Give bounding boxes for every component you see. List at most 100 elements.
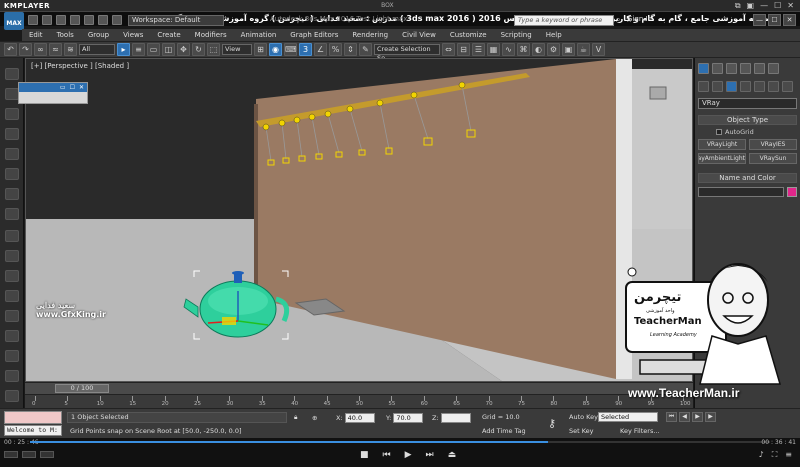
snap-toggle-icon[interactable]: 3 bbox=[299, 43, 312, 56]
lock-selection[interactable]: 🔒︎ bbox=[294, 412, 297, 423]
time-slider-track[interactable]: 0 / 100 bbox=[25, 382, 693, 394]
hierarchy-tab-icon[interactable] bbox=[726, 63, 737, 74]
maximize-icon[interactable]: ☐ bbox=[70, 83, 75, 92]
timeline-ruler[interactable]: 0 5 10 15 20 25 30 35 40 45 50 55 60 65 70 75 80 85 90 95 10… bbox=[25, 394, 693, 408]
redo-icon[interactable]: ↷ bbox=[19, 43, 32, 56]
auto-key-button[interactable]: Auto Key bbox=[569, 412, 598, 423]
vray-tool-icon[interactable] bbox=[5, 68, 19, 80]
prev-frame-icon[interactable]: ◀ bbox=[679, 412, 690, 422]
player-maximize-button[interactable]: ☐ bbox=[774, 1, 781, 11]
vraysun-button[interactable]: VRaySun bbox=[749, 153, 797, 164]
play-icon[interactable]: ▶ bbox=[405, 450, 412, 460]
go-to-start-icon[interactable]: ⏮ bbox=[666, 412, 677, 422]
time-slider[interactable]: 0 / 100 bbox=[55, 384, 109, 393]
menu-rendering[interactable]: Rendering bbox=[345, 31, 395, 39]
window-crossing-icon[interactable]: ◫ bbox=[162, 43, 175, 56]
search-input[interactable]: Type a keyword or phrase bbox=[514, 15, 614, 26]
absolute-mode[interactable]: ⊕ bbox=[312, 412, 317, 423]
menu-views[interactable]: Views bbox=[116, 31, 150, 39]
open-icon[interactable] bbox=[42, 15, 52, 25]
light-lister-icon[interactable] bbox=[5, 148, 19, 160]
grid-icon[interactable] bbox=[5, 128, 19, 140]
menu-scripting[interactable]: Scripting bbox=[494, 31, 539, 39]
shapes-icon[interactable] bbox=[712, 81, 723, 92]
render-icon[interactable]: ☕ bbox=[577, 43, 590, 56]
menu-help[interactable]: Help bbox=[539, 31, 569, 39]
vray-sun-icon[interactable] bbox=[5, 250, 19, 262]
modify-tab-icon[interactable] bbox=[712, 63, 723, 74]
add-time-tag[interactable]: Add Time Tag bbox=[482, 426, 526, 437]
named-selection-dropdown[interactable]: Create Selection Se bbox=[374, 44, 440, 62]
vrayies-button[interactable]: VRayIES bbox=[749, 139, 797, 150]
playlist-icon[interactable] bbox=[22, 451, 36, 458]
motion-tab-icon[interactable] bbox=[740, 63, 751, 74]
set-key-button[interactable]: Set Key bbox=[569, 426, 594, 437]
display-tab-icon[interactable] bbox=[754, 63, 765, 74]
close-button[interactable]: ✕ bbox=[783, 14, 796, 26]
y-field[interactable]: 70.0 bbox=[393, 412, 424, 423]
vray-proxy-icon[interactable] bbox=[5, 270, 19, 282]
player-minimize-button[interactable]: — bbox=[760, 1, 768, 11]
play-icon[interactable]: ▶ bbox=[692, 412, 703, 422]
object-type-title[interactable]: Object Type bbox=[698, 115, 797, 125]
object-name-input[interactable] bbox=[698, 187, 784, 197]
menu-group[interactable]: Group bbox=[81, 31, 116, 39]
sphere-icon[interactable] bbox=[5, 188, 19, 200]
edit-named-selection-icon[interactable]: ✎ bbox=[359, 43, 372, 56]
object-color-swatch[interactable] bbox=[787, 187, 797, 197]
speaker-icon[interactable]: ♪ bbox=[759, 450, 764, 460]
viewport-label[interactable]: [+] [Perspective ] [Shaded ] bbox=[31, 62, 129, 70]
move-icon[interactable]: ✥ bbox=[177, 43, 190, 56]
light-type-dropdown[interactable]: VRay bbox=[698, 98, 797, 109]
project-icon[interactable] bbox=[98, 15, 108, 25]
minimize-button[interactable]: — bbox=[753, 14, 766, 26]
key-set-dropdown[interactable]: Selected bbox=[598, 412, 658, 422]
layer-explorer-icon[interactable] bbox=[5, 108, 19, 120]
bind-space-warp-icon[interactable]: ≋ bbox=[64, 43, 77, 56]
maxscript-listener[interactable] bbox=[4, 411, 62, 424]
settings-icon[interactable] bbox=[40, 451, 54, 458]
rotate-icon[interactable]: ↻ bbox=[192, 43, 205, 56]
binoculars-icon[interactable]: ⌕ bbox=[616, 15, 620, 25]
space-warps-icon[interactable] bbox=[768, 81, 779, 92]
pivot-icon[interactable]: ⊞ bbox=[254, 43, 267, 56]
vray-fur-icon[interactable] bbox=[5, 290, 19, 302]
mirror-icon[interactable]: ⇔ bbox=[442, 43, 455, 56]
rendered-frame-icon[interactable]: ▣ bbox=[562, 43, 575, 56]
menu-animation[interactable]: Animation bbox=[234, 31, 284, 39]
z-field[interactable] bbox=[440, 412, 471, 423]
curve-editor-icon[interactable]: ∿ bbox=[502, 43, 515, 56]
lock-icon[interactable]: 🔒︎ bbox=[294, 413, 297, 422]
dropdown-icon[interactable] bbox=[112, 15, 122, 25]
restore-icon[interactable]: ▭ bbox=[60, 83, 66, 92]
vrayambientlight-button[interactable]: VRayAmbientLight bbox=[698, 153, 746, 164]
maxscript-mini-listener[interactable]: Welcome to M: bbox=[4, 425, 62, 436]
layer-icon[interactable]: ☰ bbox=[472, 43, 485, 56]
key-filters-button[interactable]: Key Filters... bbox=[620, 426, 660, 437]
name-color-title[interactable]: Name and Color bbox=[698, 173, 797, 183]
create-tab-icon[interactable] bbox=[698, 63, 709, 74]
seek-bar[interactable] bbox=[30, 441, 770, 443]
next-icon[interactable]: ⏭ bbox=[426, 450, 434, 460]
lights-icon[interactable] bbox=[726, 81, 737, 92]
select-manipulate-icon[interactable]: ◉ bbox=[269, 43, 282, 56]
menu-icon[interactable]: ≡ bbox=[785, 450, 792, 460]
menu-tools[interactable]: Tools bbox=[50, 31, 81, 39]
next-frame-icon[interactable]: ▶ bbox=[705, 412, 716, 422]
angle-snap-icon[interactable]: ∠ bbox=[314, 43, 327, 56]
percent-snap-icon[interactable]: % bbox=[329, 43, 342, 56]
player-pip-button[interactable]: ⧉ bbox=[735, 1, 741, 11]
menu-create[interactable]: Create bbox=[150, 31, 187, 39]
vraylight-button[interactable]: VRayLight bbox=[698, 139, 746, 150]
volume-icon[interactable] bbox=[4, 451, 18, 458]
select-by-name-icon[interactable]: ≡ bbox=[132, 43, 145, 56]
reference-coordinate-dropdown[interactable]: View bbox=[222, 44, 252, 55]
transform-mode-icon[interactable]: ⊕ bbox=[312, 414, 317, 422]
material-editor-icon[interactable]: ◐ bbox=[532, 43, 545, 56]
stop-icon[interactable]: ■ bbox=[360, 450, 369, 460]
keyboard-shortcut-icon[interactable]: ⌨ bbox=[284, 43, 297, 56]
scene-explorer-icon[interactable] bbox=[5, 88, 19, 100]
render-setup-icon[interactable]: ⚙ bbox=[547, 43, 560, 56]
lightbulb-icon[interactable] bbox=[5, 330, 19, 342]
prev-icon[interactable]: ⏮ bbox=[383, 450, 391, 460]
